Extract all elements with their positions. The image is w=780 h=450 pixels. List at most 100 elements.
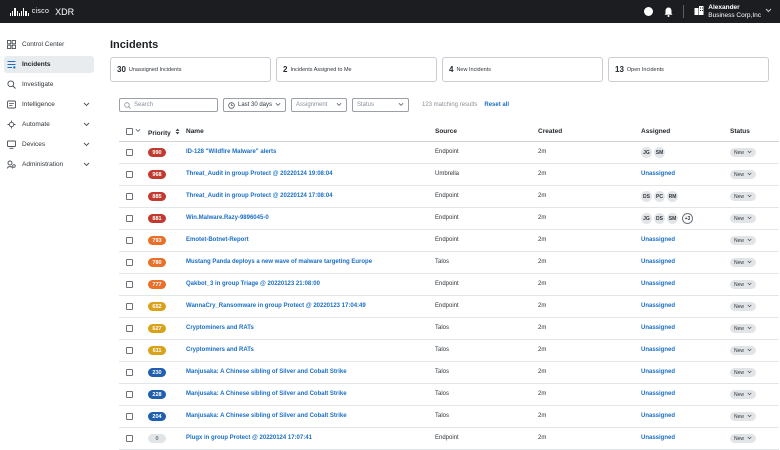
more-assignees-badge[interactable]: +3 [682,213,693,224]
row-checkbox[interactable] [126,215,133,222]
select-all-checkbox[interactable] [126,128,133,135]
status-dropdown[interactable]: New [730,258,756,267]
incident-name-link[interactable]: Cryptominers and RATs [186,325,254,331]
status-dropdown[interactable]: New [730,434,756,443]
status-dropdown[interactable]: New [730,390,756,399]
avatar[interactable]: DS [654,213,665,224]
status-dropdown[interactable]: New [730,346,756,355]
unassigned-link[interactable]: Unassigned [641,413,675,419]
summary-card-open[interactable]: 13 Open Incidents [608,57,769,82]
summary-card-unassigned[interactable]: 30 Unassigned Incidents [110,57,271,82]
row-checkbox[interactable] [126,193,133,200]
incident-name-link[interactable]: Cryptominers and RATs [186,347,254,353]
row-checkbox[interactable] [126,369,133,376]
status-dropdown[interactable]: New [730,148,756,157]
table-row[interactable]: 780 Mustang Panda deploys a new wave of m… [119,252,779,274]
table-row[interactable]: 611 Cryptominers and RATs Talos 2m Unassigne… [119,340,779,362]
avatar[interactable]: JG [641,213,652,224]
table-row[interactable]: 881 Win.Malware.Razy-9896045-0 Endpoint 2m J… [119,208,779,230]
avatar[interactable]: RM [667,191,678,202]
column-header-assigned[interactable]: Assigned [641,128,670,135]
table-row[interactable]: 627 Cryptominers and RATs Talos 2m Unassigne… [119,318,779,340]
unassigned-link[interactable]: Unassigned [641,281,675,287]
unassigned-link[interactable]: Unassigned [641,259,675,265]
incident-name-link[interactable]: Manjusaka: A Chinese sibling of Silver a… [186,369,347,375]
user-menu[interactable]: Alexander Business Corp,Inc [694,4,772,20]
incident-name-link[interactable]: Mustang Panda deploys a new wave of malw… [186,259,372,265]
status-dropdown[interactable]: New [730,412,756,421]
bell-icon[interactable] [663,7,673,17]
date-range-select[interactable]: Last 30 days [223,98,286,112]
avatar[interactable]: PC [654,191,665,202]
row-checkbox[interactable] [126,347,133,354]
status-dropdown[interactable]: New [730,192,756,201]
row-checkbox[interactable] [126,435,133,442]
assignment-select[interactable]: Assignment [291,98,347,112]
avatar[interactable]: SM [654,147,665,158]
status-dropdown[interactable]: New [730,280,756,289]
column-header-created[interactable]: Created [538,128,562,135]
cisco-logo[interactable]: cisco [10,7,49,16]
column-header-source[interactable]: Source [435,128,457,135]
table-row[interactable]: 990 ID-128 "Wildfire Malware" alerts Endpo… [119,142,779,164]
status-select[interactable]: Status [352,98,409,112]
unassigned-link[interactable]: Unassigned [641,325,675,331]
sidebar-item-intelligence[interactable]: Intelligence [4,96,94,113]
unassigned-link[interactable]: Unassigned [641,347,675,353]
unassigned-link[interactable]: Unassigned [641,435,675,441]
row-checkbox[interactable] [126,391,133,398]
table-row[interactable]: 230 Manjusaka: A Chinese sibling of Silve… [119,362,779,384]
status-dropdown[interactable]: New [730,302,756,311]
unassigned-link[interactable]: Unassigned [641,237,675,243]
avatar[interactable]: JG [641,147,652,158]
sidebar-item-control-center[interactable]: Control Center [4,36,94,53]
unassigned-link[interactable]: Unassigned [641,391,675,397]
row-checkbox[interactable] [126,413,133,420]
table-row[interactable]: 885 Threat_Audit in group Protect @ 20220… [119,186,779,208]
column-header-status[interactable]: Status [730,128,750,135]
row-checkbox[interactable] [126,325,133,332]
row-checkbox[interactable] [126,281,133,288]
incident-name-link[interactable]: Manjusaka: A Chinese sibling of Silver a… [186,413,347,419]
sidebar-item-investigate[interactable]: Investigate [4,76,94,93]
row-checkbox[interactable] [126,149,133,156]
row-checkbox[interactable] [126,303,133,310]
column-header-priority[interactable]: Priority [148,128,180,137]
sidebar-item-administration[interactable]: Administration [4,156,94,173]
search-input[interactable]: Search [119,98,218,112]
unassigned-link[interactable]: Unassigned [641,303,675,309]
table-row[interactable]: 204 Manjusaka: A Chinese sibling of Silve… [119,406,779,428]
sidebar-item-automate[interactable]: Automate [4,116,94,133]
incident-name-link[interactable]: ID-128 "Wildfire Malware" alerts [186,149,276,155]
incident-name-link[interactable]: Qakbot_3 in group Triage @ 20220123 21:0… [186,281,320,287]
status-dropdown[interactable]: New [730,214,756,223]
incident-name-link[interactable]: Threat_Audit in group Protect @ 20220124… [186,193,333,199]
reset-all-link[interactable]: Reset all [484,102,509,108]
sidebar-item-devices[interactable]: Devices [4,136,94,153]
avatar[interactable]: SM [667,213,678,224]
avatar[interactable]: DS [641,191,652,202]
table-row[interactable]: 0 Plugx in group Protect @ 20220124 17:07… [119,428,779,450]
table-row[interactable]: 793 Emotet-Botnet-Report Endpoint 2m Unassig… [119,230,779,252]
sidebar-item-incidents[interactable]: Incidents [4,56,94,73]
incident-name-link[interactable]: Emotet-Botnet-Report [186,237,249,243]
status-dropdown[interactable]: New [730,170,756,179]
status-dropdown[interactable]: New [730,236,756,245]
incident-name-link[interactable]: Plugx in group Protect @ 20220124 17:07:… [186,435,312,441]
table-row[interactable]: 228 Manjusaka: A Chinese sibling of Silve… [119,384,779,406]
status-dropdown[interactable]: New [730,324,756,333]
incident-name-link[interactable]: Manjusaka: A Chinese sibling of Silver a… [186,391,347,397]
summary-card-assigned-to-me[interactable]: 2 Incidents Assigned to Me [276,57,437,82]
incident-name-link[interactable]: Win.Malware.Razy-9896045-0 [186,215,269,221]
row-checkbox[interactable] [126,237,133,244]
summary-card-new[interactable]: 4 New Incidents [442,57,603,82]
table-row[interactable]: 652 WannaCry_Ransomware in group Protect … [119,296,779,318]
row-checkbox[interactable] [126,259,133,266]
chevron-down-icon[interactable] [135,128,141,135]
table-row[interactable]: 968 Threat_Audit in group Protect @ 20220… [119,164,779,186]
incident-name-link[interactable]: WannaCry_Ransomware in group Protect @ 2… [186,303,366,309]
incident-name-link[interactable]: Threat_Audit in group Protect @ 20220124… [186,171,333,177]
table-row[interactable]: 777 Qakbot_3 in group Triage @ 20220123 2… [119,274,779,296]
unassigned-link[interactable]: Unassigned [641,369,675,375]
row-checkbox[interactable] [126,171,133,178]
